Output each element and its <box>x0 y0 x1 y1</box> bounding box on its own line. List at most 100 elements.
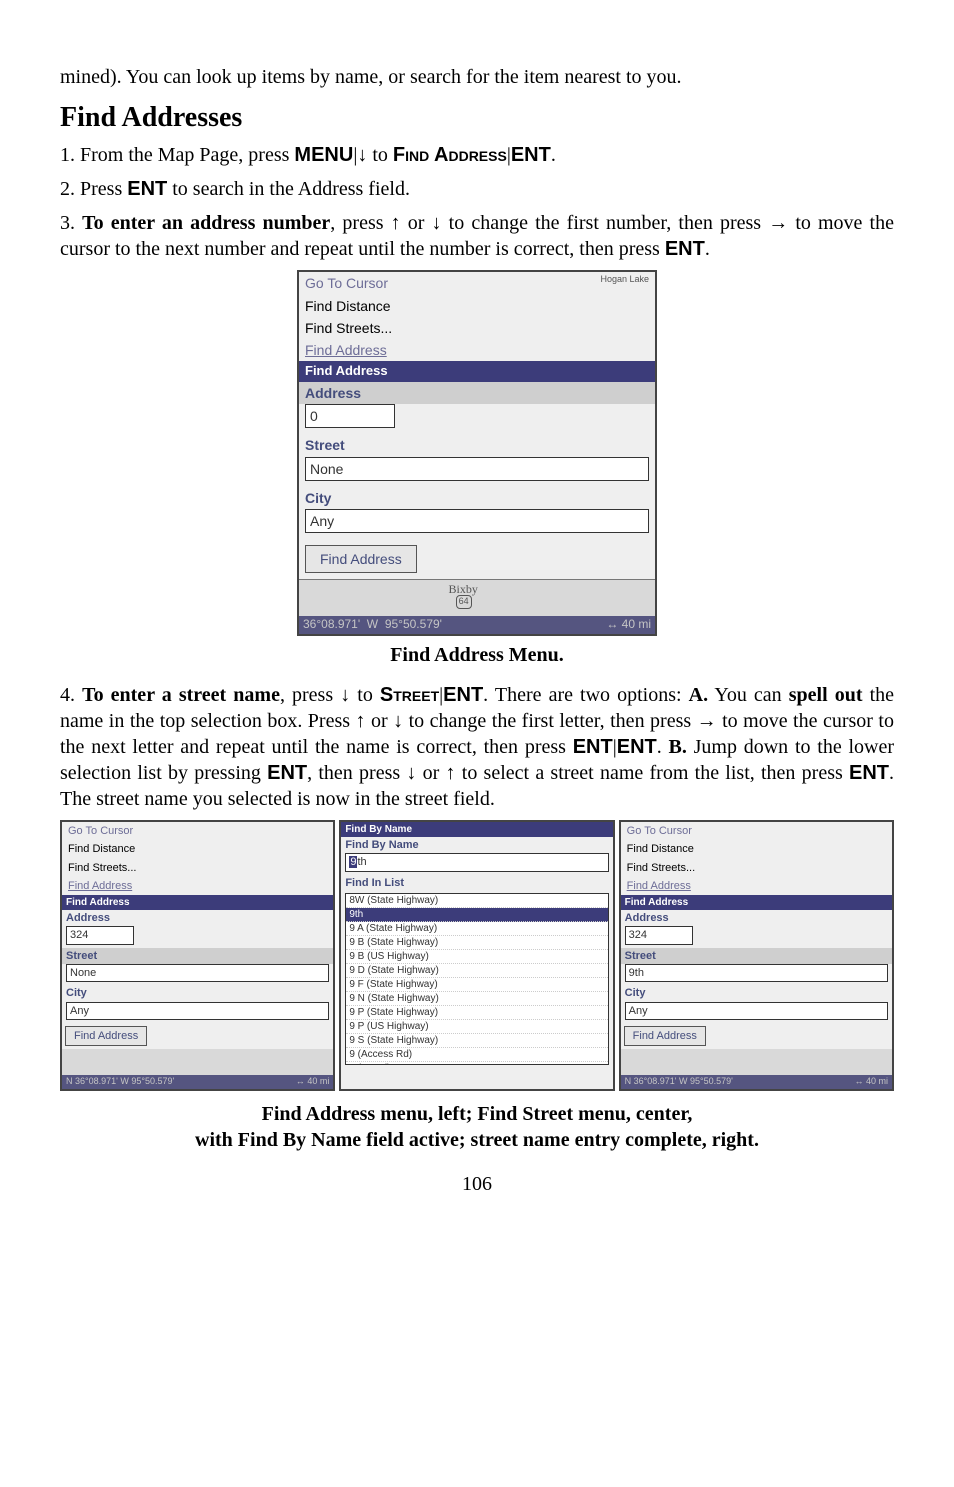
t: You can <box>708 684 789 706</box>
find-address-button[interactable]: Find Address <box>305 545 417 573</box>
street-list[interactable]: 8W (State Highway)9th9 A (State Highway)… <box>345 893 608 1065</box>
screenshot-find-address: Go To Cursor Find Distance Find Streets.… <box>297 270 657 636</box>
t: . There are two options: <box>483 684 688 706</box>
input-city[interactable]: Any <box>305 509 649 533</box>
input-name[interactable]: 9th <box>345 853 608 871</box>
screenshot-center: Find By Name Find By Name 9th Find In Li… <box>339 820 614 1091</box>
t: to change the first letter, then press <box>403 710 696 732</box>
arrow-down-icon: ↓ <box>393 710 403 732</box>
key-menu: MENU <box>294 144 353 166</box>
label-city: City <box>621 985 892 1001</box>
label-street: Street <box>621 948 892 964</box>
input-address[interactable]: 0 <box>305 404 395 428</box>
step-4: 4. To enter a street name, press ↓ to St… <box>60 682 894 812</box>
menu-item: Go To Cursor <box>62 822 333 840</box>
scale: ↔ 40 mi <box>606 617 651 633</box>
menu-item: Find Streets... <box>621 859 892 877</box>
opt-b: B. <box>669 736 687 758</box>
titlebar: Find Address <box>299 361 655 382</box>
titlebar: Find Address <box>62 895 333 910</box>
map-strip <box>621 1049 892 1075</box>
t: to <box>367 144 393 166</box>
screenshot-left: Go To Cursor Find Distance Find Streets.… <box>60 820 335 1091</box>
key-ent: ENT <box>127 178 167 200</box>
cmd-find-address: Find Address <box>393 144 507 166</box>
step-2: 2. Press ENT to search in the Address fi… <box>60 176 894 202</box>
lat: 36°08.971' W 95°50.579' <box>303 617 442 633</box>
key-ent: ENT <box>849 762 889 784</box>
key-ent: ENT <box>573 736 613 758</box>
key-ent: ENT <box>617 736 657 758</box>
menu-item: Find Distance <box>621 840 892 858</box>
find-address-button[interactable]: Find Address <box>624 1026 706 1046</box>
label-address: Address <box>62 910 333 926</box>
label-street: Street <box>62 948 333 964</box>
input-street[interactable]: None <box>66 964 329 982</box>
list-item[interactable]: 9 B (State Highway) <box>346 936 607 950</box>
arrow-right-icon: → <box>768 212 788 234</box>
titlebar: Find Address <box>621 895 892 910</box>
list-item[interactable]: 9 A (State Highway) <box>346 922 607 936</box>
arrow-down-icon: ↓ <box>357 144 367 166</box>
arrow-up-icon: ↑ <box>356 710 366 732</box>
list-item[interactable]: 9 (Canal) <box>346 1062 607 1065</box>
caption-2: Find Address menu, left; Find Street men… <box>60 1101 894 1153</box>
key-ent: ENT <box>443 684 483 706</box>
input-address[interactable]: 324 <box>66 926 134 944</box>
input-address[interactable]: 324 <box>625 926 693 944</box>
t: to <box>350 684 380 706</box>
list-item[interactable]: 9 F (State Highway) <box>346 978 607 992</box>
list-item[interactable]: 9 (Access Rd) <box>346 1048 607 1062</box>
list-item[interactable]: 9 N (State Highway) <box>346 992 607 1006</box>
list-item[interactable]: 9 B (US Highway) <box>346 950 607 964</box>
t: to search in the Address field. <box>167 178 410 200</box>
t: . <box>657 736 669 758</box>
key-ent: ENT <box>511 144 551 166</box>
map-corner-label: Hogan Lake <box>600 274 649 286</box>
arrow-down-icon: ↓ <box>340 684 350 706</box>
menu-item: Find Distance <box>62 840 333 858</box>
titlebar: Find By Name <box>341 822 612 837</box>
t: to select a street name from the list, t… <box>456 762 849 784</box>
list-item[interactable]: 9 D (State Highway) <box>346 964 607 978</box>
t: . <box>551 144 556 166</box>
list-item[interactable]: 8W (State Highway) <box>346 894 607 908</box>
bold: spell out <box>789 684 863 706</box>
input-street[interactable]: 9th <box>625 964 888 982</box>
arrow-down-icon: ↓ <box>406 762 416 784</box>
t: , then press <box>307 762 406 784</box>
t: 1. From the Map Page, press <box>60 144 294 166</box>
heading-find-addresses: Find Addresses <box>60 100 894 136</box>
find-address-button[interactable]: Find Address <box>65 1026 147 1046</box>
label-city: City <box>62 985 333 1001</box>
list-item[interactable]: 9th <box>346 908 607 922</box>
list-item[interactable]: 9 P (US Highway) <box>346 1020 607 1034</box>
key-ent: ENT <box>665 238 705 260</box>
bold: To enter a street name <box>82 684 280 706</box>
input-street[interactable]: None <box>305 457 649 481</box>
label-find-in-list: Find In List <box>341 875 612 891</box>
list-item[interactable]: 9 P (State Highway) <box>346 1006 607 1020</box>
input-city[interactable]: Any <box>66 1002 329 1020</box>
menu-item: Find Address <box>299 339 655 361</box>
status-bar: 36°08.971' W 95°50.579' ↔ 40 mi <box>299 616 655 634</box>
t: . <box>705 238 710 260</box>
cmd-street: Street <box>380 684 439 706</box>
map-strip <box>62 1049 333 1075</box>
status-bar: N 36°08.971' W 95°50.579' ↔ 40 mi <box>621 1075 892 1089</box>
scale: ↔ 40 mi <box>854 1076 888 1088</box>
lat: N 36°08.971' W 95°50.579' <box>66 1076 174 1088</box>
bold: To enter an address number <box>82 212 330 234</box>
list-item[interactable]: 9 S (State Highway) <box>346 1034 607 1048</box>
label-address: Address <box>621 910 892 926</box>
t: or <box>416 762 445 784</box>
label-street: Street <box>299 434 655 456</box>
screenshot-row: Go To Cursor Find Distance Find Streets.… <box>60 820 894 1091</box>
opt-a: A. <box>689 684 708 706</box>
label-address: Address <box>299 382 655 404</box>
arrow-up-icon: ↑ <box>446 762 456 784</box>
arrow-down-icon: ↓ <box>432 212 442 234</box>
input-city[interactable]: Any <box>625 1002 888 1020</box>
menu-item: Find Address <box>621 877 892 895</box>
step-3: 3. To enter an address number, press ↑ o… <box>60 210 894 262</box>
